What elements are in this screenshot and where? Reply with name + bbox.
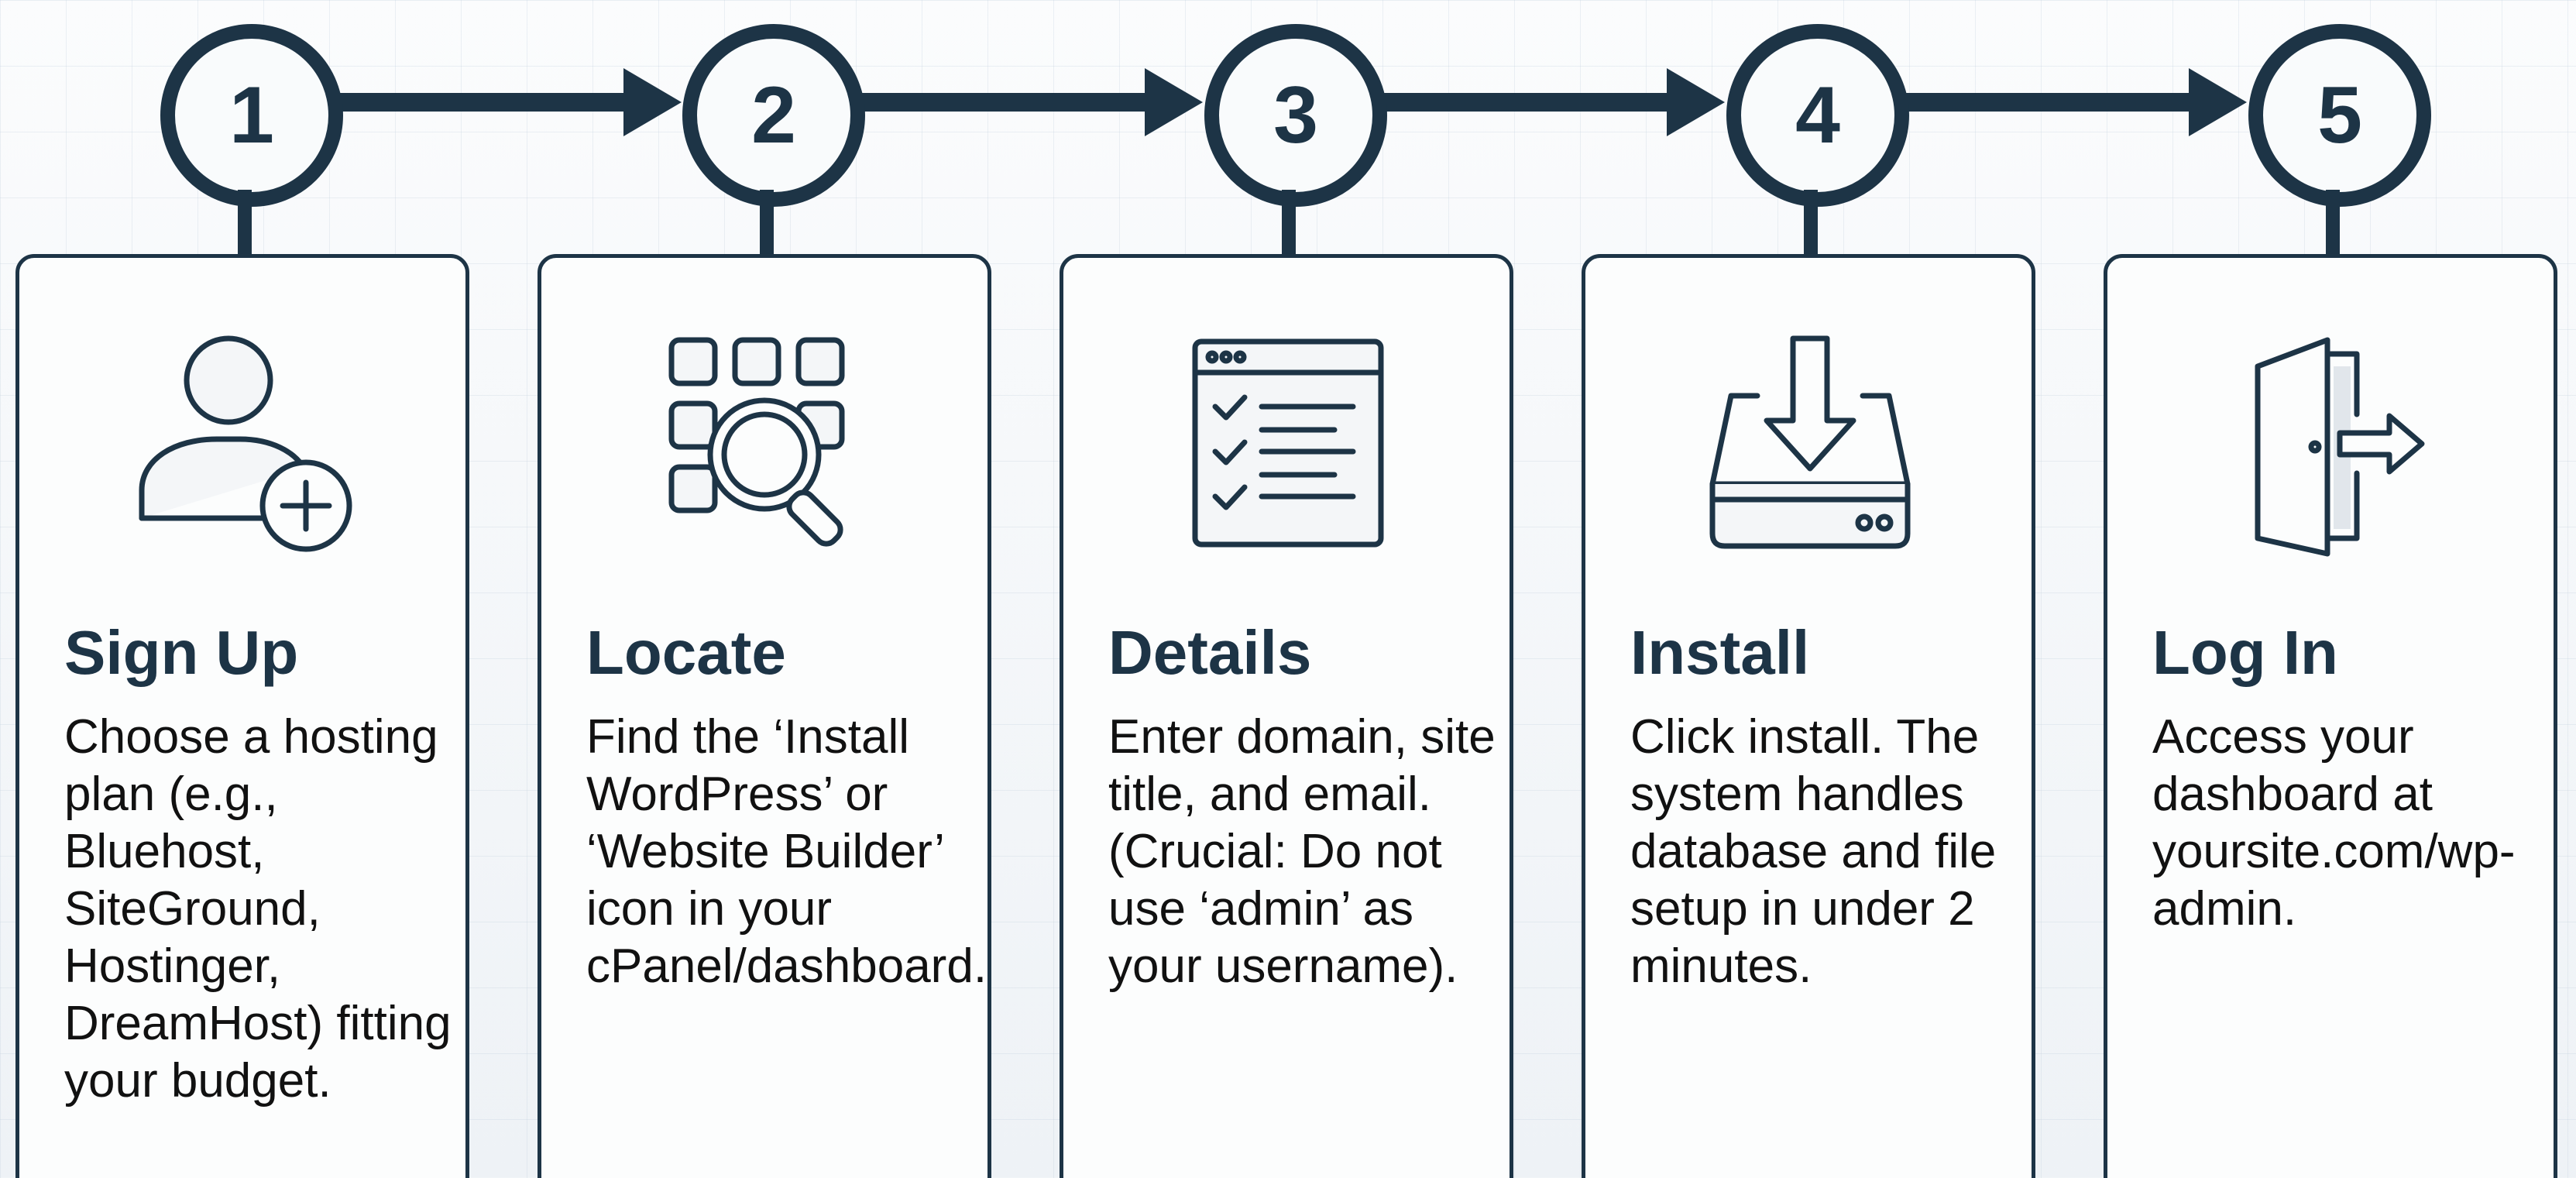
connector-arrowhead-5 (2189, 68, 2247, 136)
connector-arrowhead-2 (623, 68, 682, 136)
step-title: Install (1630, 618, 1810, 687)
connector-arrowhead-4 (1667, 68, 1725, 136)
step-card-log-in: Log In Access your dashboard at yoursite… (2104, 254, 2557, 1178)
wordpress-install-steps-diagram: 1 Sign Up Choose a hosting plan (e.g., B… (0, 0, 2576, 1178)
step-number-badge: 3 (1204, 24, 1387, 207)
step-description: Click install. The system handles databa… (1630, 710, 1997, 993)
step-stem (2326, 190, 2340, 256)
step-stem (1804, 190, 1818, 256)
step-title: Log In (2152, 618, 2338, 687)
step-stem (1282, 190, 1296, 256)
app-grid-search-icon (668, 337, 845, 547)
step-title: Locate (586, 618, 786, 687)
step-card-sign-up: Sign Up Choose a hosting plan (e.g., Blu… (15, 254, 469, 1178)
form-checklist-icon (1192, 338, 1384, 548)
step-description: Access your dashboard at yoursite.com/wp… (2152, 710, 2516, 936)
step-number-badge: 5 (2248, 24, 2431, 207)
step-description: Find the ‘Install WordPress’ or ‘Website… (586, 710, 987, 993)
step-title: Sign Up (64, 618, 299, 687)
step-description: Choose a hosting plan (e.g., Bluehost, S… (64, 710, 452, 1108)
connector-line-4-5 (1894, 93, 2204, 112)
user-add-icon (139, 335, 352, 552)
step-number-badge: 2 (682, 24, 865, 207)
door-exit-icon (2255, 337, 2425, 557)
step-card-locate: Locate Find the ‘Install WordPress’ or ‘… (538, 254, 991, 1178)
download-drive-icon (1709, 335, 1911, 549)
connector-line-2-3 (850, 93, 1160, 112)
step-description: Enter domain, site title, and email. (Cr… (1108, 710, 1496, 993)
step-stem (760, 190, 774, 256)
connector-arrowhead-3 (1145, 68, 1203, 136)
step-stem (238, 190, 252, 256)
connector-line-3-4 (1372, 93, 1682, 112)
step-title: Details (1108, 618, 1312, 687)
step-card-install: Install Click install. The system handle… (1582, 254, 2035, 1178)
connector-line-1-2 (329, 93, 639, 112)
step-number-badge: 1 (160, 24, 343, 207)
step-card-details: Details Enter domain, site title, and em… (1060, 254, 1513, 1178)
step-number-badge: 4 (1726, 24, 1909, 207)
